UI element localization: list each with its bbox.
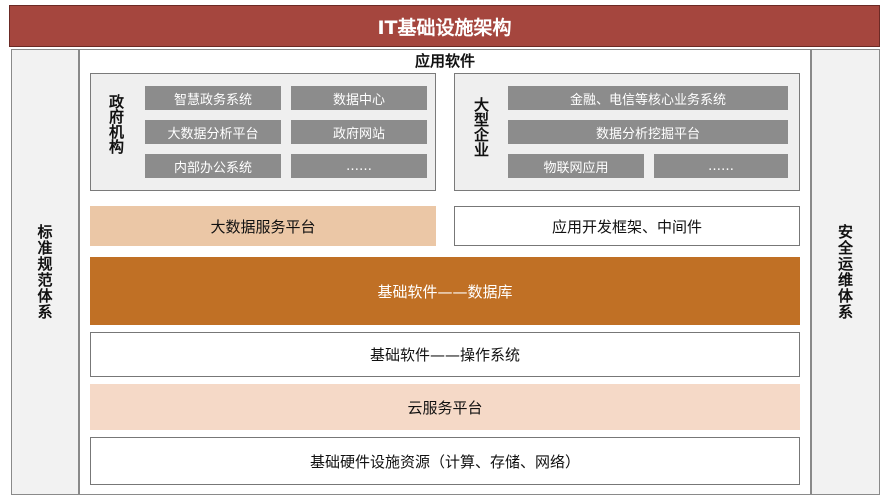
layer-hardware-resources: 基础硬件设施资源（计算、存储、网络） bbox=[90, 437, 800, 485]
diagram-title: IT基础设施架构 bbox=[9, 5, 880, 47]
layer-operating-system: 基础软件——操作系统 bbox=[90, 332, 800, 377]
security-ops-system-label: 安全运维体系 bbox=[836, 224, 854, 320]
security-ops-system-panel: 安全运维体系 bbox=[811, 49, 880, 495]
gov-item-big-data-analysis: 大数据分析平台 bbox=[145, 120, 281, 144]
ent-item-data-mining: 数据分析挖掘平台 bbox=[508, 120, 788, 144]
standards-system-label: 标准规范体系 bbox=[35, 224, 54, 320]
gov-item-gov-website: 政府网站 bbox=[291, 120, 427, 144]
ent-item-core-business: 金融、电信等核心业务系统 bbox=[508, 86, 788, 110]
government-label: 政府机构 bbox=[107, 94, 125, 154]
layer-app-framework-middleware: 应用开发框架、中间件 bbox=[454, 206, 800, 246]
ent-item-iot: 物联网应用 bbox=[508, 154, 644, 178]
layer-database: 基础软件——数据库 bbox=[90, 257, 800, 325]
enterprise-label: 大型企业 bbox=[472, 97, 490, 157]
gov-item-internal-office: 内部办公系统 bbox=[145, 154, 281, 178]
layer-cloud-platform: 云服务平台 bbox=[90, 384, 800, 430]
ent-item-more: …… bbox=[654, 154, 788, 178]
gov-item-more: …… bbox=[291, 154, 427, 178]
standards-system-panel: 标准规范体系 bbox=[11, 49, 79, 495]
gov-item-data-center: 数据中心 bbox=[291, 86, 427, 110]
application-software-title: 应用软件 bbox=[414, 52, 475, 70]
layer-big-data-platform: 大数据服务平台 bbox=[90, 206, 436, 246]
gov-item-smart-government: 智慧政务系统 bbox=[145, 86, 281, 110]
